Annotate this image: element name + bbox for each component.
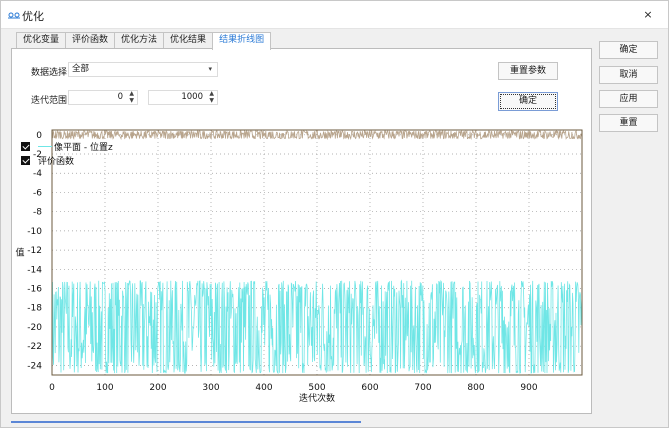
tab-strip: 优化变量 评价函数 优化方法 优化结果 结果折线图 (16, 32, 272, 50)
y-tick-label: -22 (27, 342, 42, 352)
data-select-dropdown[interactable]: 全部 ▾ (68, 62, 218, 77)
chevron-down-icon: ▾ (208, 65, 212, 73)
tab-result-line-chart[interactable]: 结果折线图 (212, 32, 272, 50)
iter-from-value: 0 (117, 92, 123, 102)
legend-label-position-z: 像平面 - 位置z (54, 143, 113, 153)
window-title: 优化 (22, 10, 44, 23)
x-tick-label: 200 (149, 383, 166, 393)
close-button[interactable]: × (640, 7, 656, 23)
spin-arrows-icon[interactable]: ▲ ▼ (129, 90, 134, 104)
y-tick-label: -16 (27, 285, 42, 295)
chart-legend: 像平面 - 位置z 评价函数 (21, 140, 113, 168)
x-tick-label: 700 (414, 383, 431, 393)
ok-button[interactable]: 确定 (599, 41, 658, 59)
legend-label-merit-function: 评价函数 (38, 157, 75, 167)
iter-from-spinbox[interactable]: 0 ▲ ▼ (68, 90, 138, 105)
line-chart: 0 100 200 300 400 500 600 700 800 900 0 -2 -4 -6 -8 -1… (12, 125, 591, 413)
apply-button[interactable]: 应用 (599, 90, 658, 108)
iter-to-spinbox[interactable]: 1000 ▲ ▼ (148, 90, 218, 105)
y-tick-label: -20 (27, 323, 42, 333)
checkbox-checked-icon[interactable] (21, 142, 30, 151)
checkbox-checked-icon[interactable] (21, 156, 30, 165)
y-tick-label: -4 (33, 169, 42, 179)
title-bar: 优化 × (1, 1, 668, 29)
legend-item-merit-function[interactable]: 评价函数 (21, 154, 113, 167)
x-axis-label: 迭代次数 (299, 392, 335, 404)
y-axis-label: 值 (15, 247, 24, 259)
x-tick-label: 400 (255, 383, 272, 393)
data-select-label: 数据选择 (31, 68, 68, 78)
y-tick-label: -24 (27, 361, 42, 371)
data-select-value: 全部 (72, 64, 90, 74)
chart-svg: 0 100 200 300 400 500 600 700 800 900 0-2-4-6-8-1… (15, 129, 583, 404)
iter-range-label: 迭代范围 (31, 96, 68, 106)
x-tick-label: 600 (361, 383, 378, 393)
y-tick-label: -18 (27, 304, 42, 314)
status-strip (11, 421, 361, 423)
x-tick-label: 800 (467, 383, 484, 393)
app-icon (8, 12, 20, 19)
spin-arrows-icon[interactable]: ▲ ▼ (209, 90, 214, 104)
x-tick-label: 300 (202, 383, 219, 393)
optimization-dialog: 优化 × 优化变量 评价函数 优化方法 优化结果 结果折线图 数据选择 全部 ▾… (0, 0, 669, 428)
tab-merit-function[interactable]: 评价函数 (65, 32, 116, 49)
tab-optimization-results[interactable]: 优化结果 (163, 32, 214, 49)
series-swatch (38, 146, 52, 147)
y-tick-label: -12 (27, 246, 42, 256)
y-tick-label: -14 (27, 265, 42, 275)
tab-optimization-variables[interactable]: 优化变量 (16, 32, 67, 49)
tab-optimization-method[interactable]: 优化方法 (114, 32, 165, 49)
y-tick-label: -6 (33, 188, 42, 198)
x-tick-label: 500 (308, 383, 325, 393)
confirm-range-button[interactable]: 确定 (498, 92, 558, 111)
x-tick-label: 0 (49, 383, 55, 393)
cancel-button[interactable]: 取消 (599, 66, 658, 84)
x-tick-label: 100 (96, 383, 113, 393)
reset-params-button[interactable]: 重置参数 (498, 62, 558, 80)
legend-item-position-z[interactable]: 像平面 - 位置z (21, 140, 113, 153)
x-tick-label: 900 (520, 383, 537, 393)
y-tick-label: -8 (33, 208, 42, 218)
reset-button[interactable]: 重置 (599, 114, 658, 132)
y-tick-label: -10 (27, 227, 42, 237)
iter-to-value: 1000 (181, 92, 203, 102)
